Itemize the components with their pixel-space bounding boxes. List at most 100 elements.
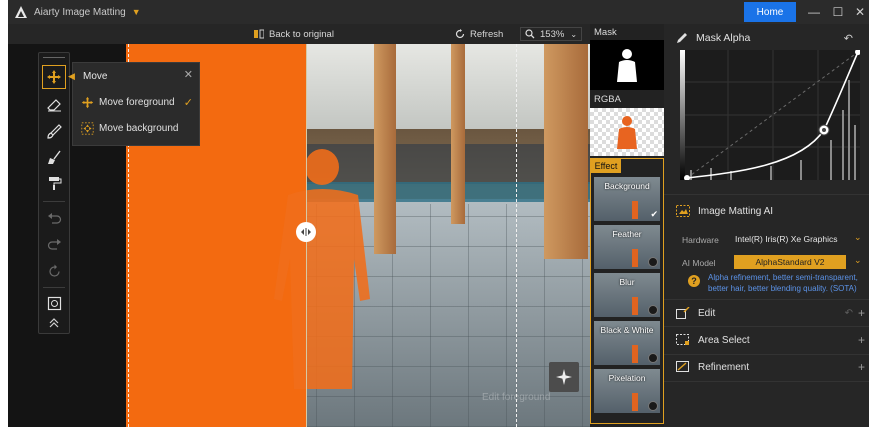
- edit-undo-icon[interactable]: ↶: [845, 308, 853, 319]
- close-window-icon[interactable]: ✕: [849, 2, 869, 22]
- effect-list: Effect Background ✔ Feather Blur Black &…: [590, 158, 664, 424]
- expand-refinement-icon[interactable]: +: [858, 360, 865, 374]
- effect-figure: [632, 297, 638, 315]
- chevron-down-icon[interactable]: ⌄: [854, 255, 862, 266]
- effect-tab[interactable]: Effect: [591, 159, 621, 173]
- help-icon[interactable]: ?: [688, 275, 700, 287]
- collapse-toolbar-icon[interactable]: [42, 315, 66, 331]
- tool-divider: [43, 201, 65, 202]
- effect-radio[interactable]: [648, 257, 658, 267]
- zoom-value: 153%: [540, 28, 565, 40]
- effect-feather[interactable]: Feather: [594, 225, 660, 269]
- effect-label: Background: [604, 181, 650, 191]
- rgba-silhouette: [617, 116, 637, 149]
- fit-view-icon[interactable]: [42, 291, 66, 315]
- close-icon[interactable]: ✕: [184, 68, 193, 81]
- refinement-icon: [676, 361, 689, 372]
- move-foreground-option[interactable]: Move foreground: [81, 96, 175, 109]
- minimize-icon[interactable]: —: [803, 2, 825, 22]
- edit-section[interactable]: Edit: [676, 307, 715, 319]
- model-description: Alpha refinement, better semi-transparen…: [708, 273, 858, 293]
- alpha-curve-graph[interactable]: [680, 50, 860, 180]
- ai-sparkle-button[interactable]: [549, 362, 579, 392]
- refresh-button[interactable]: Refresh: [455, 27, 503, 41]
- effect-radio[interactable]: [648, 305, 658, 315]
- mask-alpha-title: Mask Alpha: [696, 32, 751, 44]
- effect-background[interactable]: Background ✔: [594, 177, 660, 221]
- hardware-select[interactable]: Intel(R) Iris(R) Xe Graphics: [735, 232, 859, 246]
- area-select-label: Area Select: [698, 334, 750, 346]
- image-matting-title: Image Matting AI: [698, 205, 774, 217]
- tool-column: [38, 52, 70, 334]
- eraser-icon[interactable]: [42, 93, 66, 117]
- clean-brush-icon[interactable]: [42, 145, 66, 169]
- ai-model-label: AI Model: [682, 258, 716, 268]
- zoom-chevron-icon[interactable]: ⌄: [570, 30, 577, 39]
- photo-pillar: [451, 44, 465, 224]
- reset-icon[interactable]: [42, 259, 66, 283]
- panel-divider: [664, 299, 869, 300]
- move-tool-icon[interactable]: [42, 65, 66, 89]
- expand-area-select-icon[interactable]: +: [858, 333, 865, 347]
- eyedropper-icon: [677, 33, 687, 43]
- right-panel: Mask Alpha ↶ Image Matting AI Hardware I…: [664, 24, 869, 427]
- popup-pointer-icon: ◀: [68, 71, 75, 81]
- reset-curve-icon[interactable]: ↶: [844, 32, 853, 45]
- effect-label: Feather: [612, 229, 642, 239]
- app-window: Aiarty Image Matting ▼ Home — ☐ ✕ Back t…: [8, 0, 869, 427]
- app-title: Aiarty Image Matting: [34, 6, 126, 18]
- undo-icon[interactable]: [42, 207, 66, 231]
- rgba-label: RGBA: [594, 94, 621, 105]
- refinement-section[interactable]: Refinement: [676, 361, 749, 373]
- effect-figure: [632, 201, 638, 219]
- expand-edit-icon[interactable]: +: [858, 306, 865, 320]
- effect-pixelation[interactable]: Pixelation: [594, 369, 660, 413]
- ai-model-select[interactable]: AlphaStandard V2: [734, 255, 846, 269]
- effect-black-white[interactable]: Black & White: [594, 321, 660, 365]
- back-to-original-button[interactable]: Back to original: [254, 27, 334, 41]
- brush-icon[interactable]: [42, 119, 66, 143]
- move-foreground-label: Move foreground: [99, 97, 175, 108]
- rgba-thumbnail[interactable]: [590, 108, 664, 156]
- preview-column: Mask RGBA Effect Background ✔ Feather Bl…: [590, 24, 664, 427]
- paint-roller-icon[interactable]: [42, 171, 66, 195]
- sparkle-icon: [556, 369, 572, 385]
- effect-radio[interactable]: [648, 401, 658, 411]
- zoom-box: 153% ⌄: [520, 27, 583, 41]
- split-handle-icon[interactable]: [296, 222, 316, 242]
- effect-label: Black & White: [600, 325, 654, 335]
- chevron-down-icon[interactable]: ⌄: [854, 232, 862, 243]
- check-icon: ✔: [650, 209, 658, 219]
- refinement-label: Refinement: [698, 361, 750, 373]
- area-select-section[interactable]: Area Select: [676, 334, 750, 346]
- back-to-original-label: Back to original: [269, 28, 334, 40]
- edit-icon: [676, 307, 690, 319]
- photo-pillar: [544, 44, 588, 259]
- mask-thumbnail[interactable]: [590, 40, 664, 90]
- person-silhouette: [274, 149, 370, 389]
- redo-icon[interactable]: [42, 233, 66, 257]
- move-foreground-icon: [81, 96, 94, 109]
- edit-label: Edit: [698, 307, 716, 319]
- hardware-value: Intel(R) Iris(R) Xe Graphics: [735, 234, 838, 244]
- move-background-label: Move background: [99, 123, 179, 134]
- area-select-icon: [676, 334, 689, 345]
- zoom-control[interactable]: 153% ⌄: [520, 27, 583, 41]
- move-popup: ◀ Move ✕ Move foreground ✓ Move backgrou…: [68, 62, 200, 146]
- move-background-option[interactable]: Move background: [81, 122, 179, 135]
- canvas-watermark: Edit foreground: [482, 392, 551, 403]
- effect-blur[interactable]: Blur: [594, 273, 660, 317]
- effect-figure: [632, 249, 638, 267]
- refresh-label: Refresh: [470, 28, 504, 40]
- canvas-toolbar: Back to original Refresh 153% ⌄: [8, 24, 590, 44]
- mask-silhouette: [617, 49, 637, 82]
- effect-figure: [632, 393, 638, 411]
- ai-model-value: AlphaStandard V2: [755, 257, 825, 267]
- home-button[interactable]: Home: [744, 2, 796, 22]
- tool-divider: [43, 287, 65, 288]
- move-popup-title: Move: [83, 71, 108, 82]
- effect-radio[interactable]: [648, 353, 658, 363]
- app-menu-chevron-icon[interactable]: ▼: [132, 7, 141, 17]
- zoom-icon: [525, 29, 535, 39]
- maximize-icon[interactable]: ☐: [827, 2, 849, 22]
